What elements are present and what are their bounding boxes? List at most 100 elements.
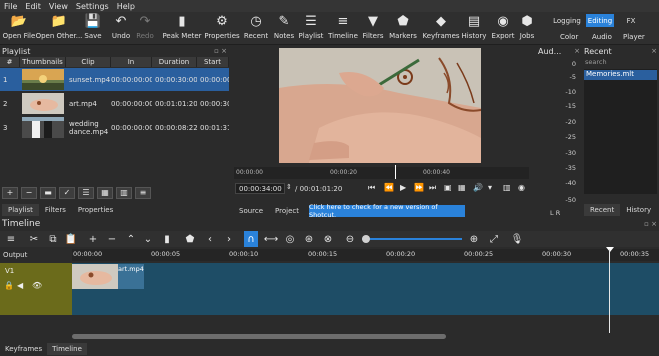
dock-buttons[interactable]: ▫ × (214, 47, 229, 55)
timeline-playhead[interactable] (609, 249, 610, 333)
record-audio-icon[interactable]: 🎙 (510, 231, 524, 247)
player-scrub-ruler[interactable]: 00:00:00 00:00:20 00:00:40 (234, 165, 529, 179)
filters-button[interactable]: ▼ Filters (356, 14, 390, 40)
tab-project[interactable]: Project (269, 205, 305, 217)
table-row[interactable]: 2 art.mp4 00:00:00:00 00:01:01:20 00:00:… (0, 92, 229, 115)
snap-magnet-icon[interactable]: ∩ (244, 231, 258, 247)
col-num[interactable]: # (0, 57, 20, 67)
menu-file[interactable]: File (0, 2, 21, 11)
markers-button[interactable]: ⬟ Markers (386, 14, 420, 40)
skip-end-icon[interactable]: ⏭ (429, 183, 436, 193)
ripple-markers-icon[interactable]: ⊗ (321, 231, 335, 247)
in-out-icon[interactable]: ▾ (488, 183, 492, 192)
col-clip[interactable]: Clip (66, 57, 111, 67)
timeline-clip[interactable]: art.mp4 (72, 264, 144, 289)
col-duration[interactable]: Duration (152, 57, 197, 67)
append-icon[interactable]: + (86, 231, 100, 247)
tiles-view-icon[interactable]: ▦ (97, 187, 113, 199)
redo-button[interactable]: ↷ Redo (128, 14, 162, 40)
menu-icon[interactable]: ≡ (135, 187, 151, 199)
col-in[interactable]: In (111, 57, 152, 67)
fast-forward-icon[interactable]: ⏩ (414, 183, 424, 192)
zoom-slider[interactable] (362, 235, 462, 243)
check-icon[interactable]: ✓ (59, 187, 75, 199)
jobs-button[interactable]: ⬢ Jobs (510, 14, 544, 40)
timeline-ruler[interactable]: 00:00:00 00:00:05 00:00:10 00:00:15 00:0… (72, 249, 659, 261)
workspace-fx[interactable]: FX (620, 14, 642, 27)
properties-button[interactable]: ⚙ Properties (204, 14, 239, 40)
tab-history[interactable]: History (620, 204, 657, 216)
menu-icon[interactable]: ≡ (4, 231, 18, 247)
table-row[interactable]: 1 sunset.mp4 00:00:00:00 00:00:30:00 00:… (0, 68, 229, 91)
workspace-color[interactable]: Color (560, 33, 578, 41)
ripple-icon[interactable]: ◎ (283, 231, 297, 247)
player-playhead[interactable] (395, 165, 396, 179)
next-marker-icon[interactable]: › (222, 231, 236, 247)
remove-icon[interactable]: − (105, 231, 119, 247)
update-icon[interactable]: ▬ (40, 187, 56, 199)
marker-icon[interactable]: ⬟ (183, 231, 197, 247)
volume-icon[interactable]: 🔊 (473, 183, 483, 192)
hide-eye-icon[interactable]: 👁 (32, 281, 42, 290)
icons-view-icon[interactable]: ▥ (116, 187, 132, 199)
track-header-v1[interactable]: V1 🔒 ◀ 👁 (0, 263, 72, 315)
zoom-fit-icon[interactable]: ▣ (444, 183, 452, 192)
playlist-button[interactable]: ☰ Playlist (294, 14, 328, 40)
record-icon[interactable]: ◉ (518, 183, 525, 192)
add-icon[interactable]: + (2, 187, 18, 199)
tab-recent[interactable]: Recent (584, 204, 621, 216)
recent-search-input[interactable]: search (584, 58, 657, 68)
lock-icon[interactable]: 🔒 (4, 281, 14, 290)
open-file-button[interactable]: 📂 Open File (2, 14, 36, 40)
peak-meter-button[interactable]: ▮ Peak Meter (162, 14, 201, 40)
tab-properties[interactable]: Properties (72, 204, 119, 216)
position-timecode[interactable]: 00:00:34:00 (235, 183, 285, 194)
workspace-logging[interactable]: Logging (552, 14, 582, 27)
previous-marker-icon[interactable]: ‹ (203, 231, 217, 247)
col-start[interactable]: Start (197, 57, 229, 67)
tab-keyframes[interactable]: Keyframes (0, 343, 47, 355)
audio-bars-icon[interactable]: ▥ (503, 183, 511, 192)
copy-icon[interactable]: ⧉ (46, 231, 60, 247)
menu-help[interactable]: Help (113, 2, 139, 11)
zoom-fit-icon[interactable]: ⤢ (487, 231, 501, 247)
split-icon[interactable]: ▮ (160, 231, 174, 247)
zoom-in-icon[interactable]: ⊕ (467, 231, 481, 247)
col-thumbnails[interactable]: Thumbnails (20, 57, 66, 67)
ripple-all-icon[interactable]: ⊛ (302, 231, 316, 247)
dock-buttons[interactable]: × (651, 47, 659, 55)
scrollbar-thumb[interactable] (72, 334, 446, 339)
track-v1[interactable]: art.mp4 (72, 263, 659, 315)
timeline-scrollbar[interactable] (72, 333, 659, 340)
list-item[interactable]: Memories.mlt (584, 70, 657, 80)
workspace-audio[interactable]: Audio (592, 33, 612, 41)
table-row[interactable]: 3 wedding dance.mp4 00:00:00:00 00:00:08… (0, 116, 229, 139)
skip-start-icon[interactable]: ⏮ (368, 183, 375, 193)
details-view-icon[interactable]: ☰ (78, 187, 94, 199)
tab-playlist[interactable]: Playlist (2, 204, 39, 216)
timecode-spinner-icon[interactable]: ⇕ (286, 183, 292, 191)
timeline-playhead-handle[interactable] (606, 247, 614, 252)
paste-icon[interactable]: 📋 (64, 231, 78, 247)
keyframes-button[interactable]: ◆ Keyframes (422, 14, 459, 40)
workspace-player[interactable]: Player (623, 33, 645, 41)
menu-view[interactable]: View (45, 2, 72, 11)
open-other-button[interactable]: 📁 Open Other... (36, 14, 83, 40)
mute-icon[interactable]: ◀ (17, 281, 23, 290)
zoom-slider-handle[interactable] (362, 235, 370, 243)
rewind-icon[interactable]: ⏪ (384, 183, 394, 192)
dock-buttons[interactable]: × (574, 47, 582, 55)
lift-icon[interactable]: ⌃ (124, 231, 138, 247)
timeline-button[interactable]: ≡ Timeline (326, 14, 360, 40)
tab-source[interactable]: Source (233, 205, 269, 217)
menu-edit[interactable]: Edit (21, 2, 45, 11)
tab-filters[interactable]: Filters (39, 204, 72, 216)
workspace-editing[interactable]: Editing (586, 14, 614, 27)
remove-icon[interactable]: − (21, 187, 37, 199)
cut-icon[interactable]: ✂ (27, 231, 41, 247)
grid-icon[interactable]: ▦ (458, 183, 466, 192)
zoom-out-icon[interactable]: ⊖ (343, 231, 357, 247)
video-preview[interactable] (279, 48, 481, 163)
update-check-button[interactable]: Click here to check for a new version of… (309, 203, 465, 219)
menu-settings[interactable]: Settings (72, 2, 113, 11)
